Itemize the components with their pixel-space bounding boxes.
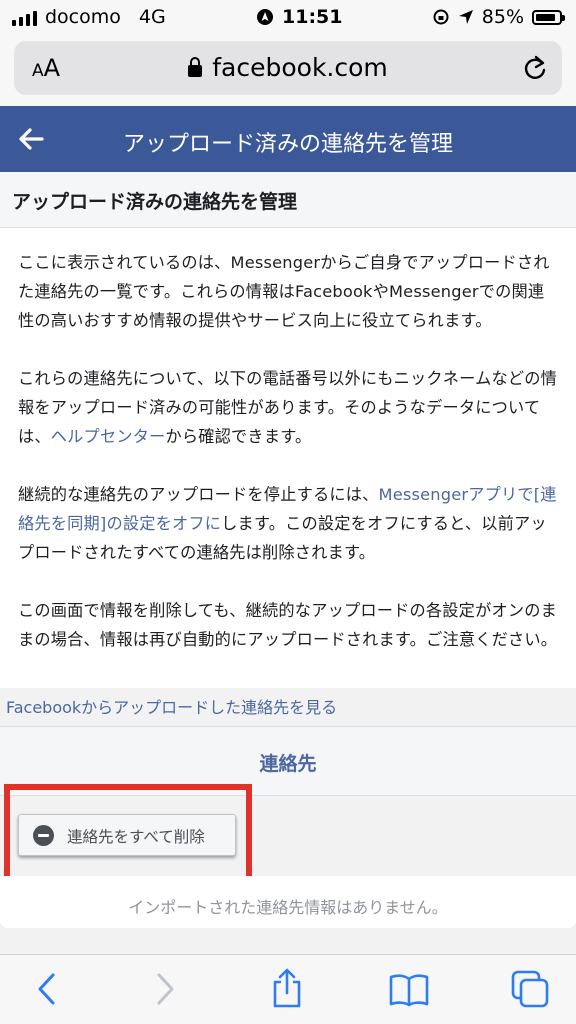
- paragraph-2: これらの連絡先について、以下の電話番号以外にもニックネームなどの情報をアップロー…: [18, 364, 560, 451]
- location-arrow-icon: [458, 10, 473, 24]
- location-app-icon: [257, 9, 273, 25]
- help-center-link[interactable]: ヘルプセンター: [51, 427, 166, 446]
- url-text: facebook.com: [212, 53, 388, 82]
- paragraph-3-text: 継続的な連絡先のアップロードを停止するには、: [18, 485, 379, 504]
- paragraph-2-text-end: から確認できます。: [165, 427, 312, 446]
- address-bar[interactable]: AA facebook.com: [14, 41, 562, 95]
- header-title: アップロード済みの連絡先を管理: [122, 132, 453, 157]
- forward-icon[interactable]: [152, 971, 178, 1007]
- clock: 11:51: [282, 6, 343, 28]
- view-uploaded-contacts-link[interactable]: Facebookからアップロードした連絡先を見る: [6, 694, 337, 718]
- paragraph-1: ここに表示されているのは、Messengerからご自身でアップロードされた連絡先…: [18, 253, 550, 330]
- reload-icon[interactable]: [522, 54, 548, 82]
- share-icon[interactable]: [270, 967, 304, 1009]
- carrier-label: docomo: [45, 6, 121, 28]
- network-label: 4G: [138, 6, 166, 28]
- tabs-icon[interactable]: [510, 969, 550, 1009]
- bookmarks-icon[interactable]: [388, 973, 430, 1007]
- back-icon[interactable]: [34, 971, 60, 1007]
- url-display[interactable]: facebook.com: [14, 53, 562, 82]
- battery-icon: [532, 9, 565, 25]
- facebook-header: アップロード済みの連絡先を管理: [0, 106, 576, 172]
- card-title: アップロード済みの連絡先を管理: [0, 172, 576, 228]
- orientation-lock-icon: [433, 9, 449, 25]
- browser-address-area: AA facebook.com: [0, 34, 576, 106]
- signal-icon: [12, 8, 37, 26]
- paragraph-4: この画面で情報を削除しても、継続的なアップロードの各設定がオンのままの場合、情報…: [18, 601, 558, 649]
- browser-toolbar: [0, 954, 576, 1024]
- battery-percent: 85%: [481, 6, 524, 28]
- card-body: ここに表示されているのは、Messengerからご自身でアップロードされた連絡先…: [0, 228, 576, 654]
- battery-fill: [536, 13, 555, 21]
- highlight-frame: [4, 784, 252, 882]
- status-bar: docomo 4G 11:51 85%: [0, 0, 576, 34]
- paragraph-3: 継続的な連絡先のアップロードを停止するには、Messengerアプリで[連絡先を…: [18, 480, 560, 567]
- empty-message: インポートされた連絡先情報はありません。: [0, 876, 576, 928]
- lock-icon: [188, 57, 203, 77]
- info-card: アップロード済みの連絡先を管理 ここに表示されているのは、Messengerから…: [0, 172, 576, 688]
